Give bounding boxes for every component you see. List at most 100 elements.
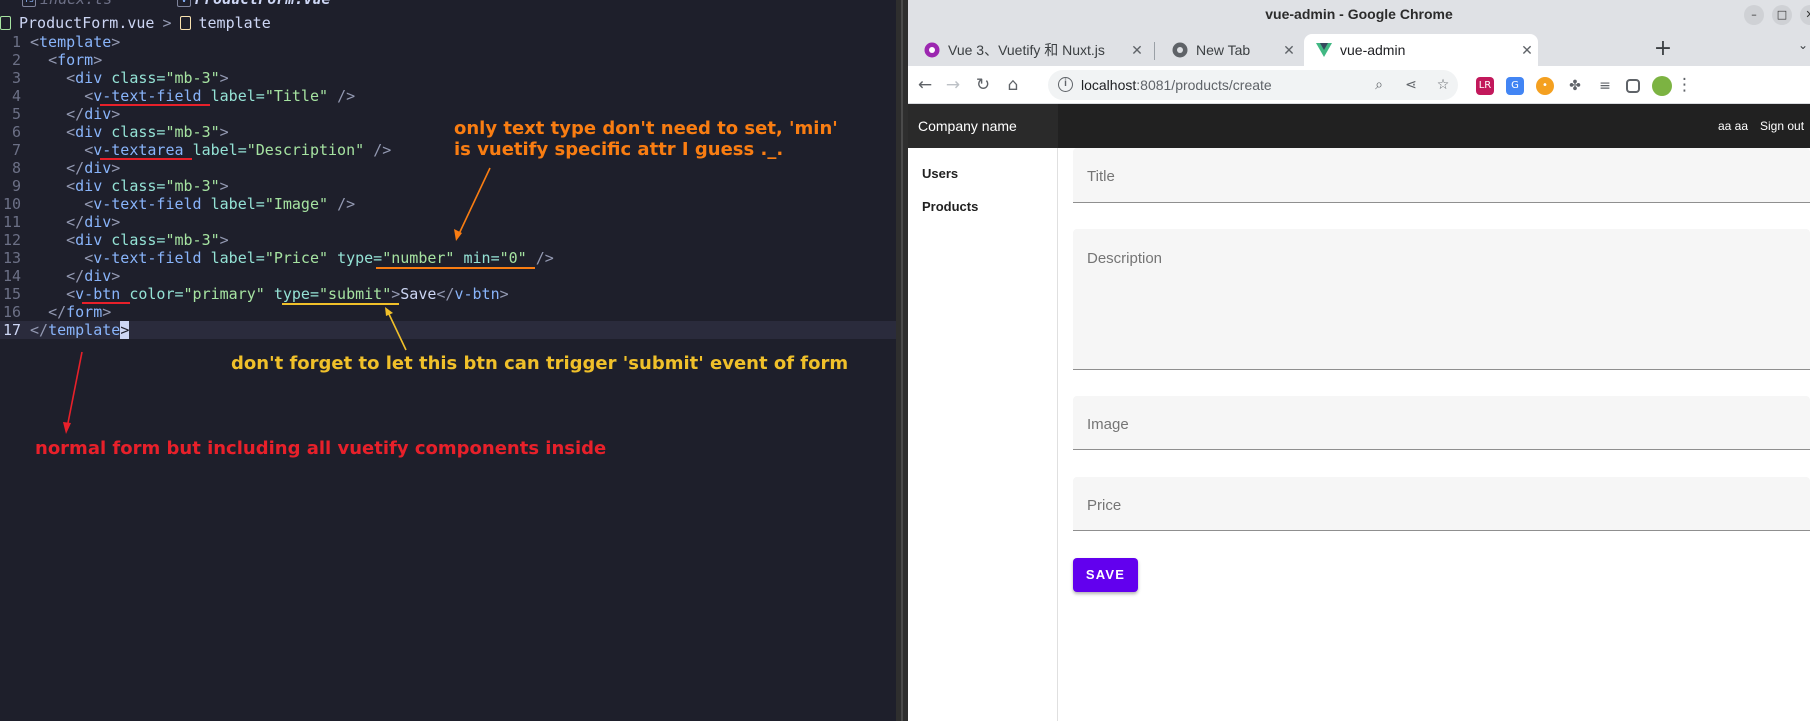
code-line: 4 <v-text-field label="Title" /> <box>0 87 896 105</box>
code-line: 2 <form> <box>0 51 896 69</box>
line-number: 10 <box>2 195 21 213</box>
new-tab-icon[interactable]: + <box>1649 36 1677 64</box>
breadcrumb: ProductForm.vue > template <box>0 13 271 33</box>
share-icon[interactable]: ⋖ <box>1400 74 1422 96</box>
url-text[interactable]: localhost:8081/products/create <box>1081 77 1272 93</box>
code-line-current: 17 </template> <box>0 321 896 339</box>
editor-tab-index[interactable]: TSindex.ts <box>22 0 112 8</box>
close-tab-icon[interactable]: ✕ <box>1126 42 1148 59</box>
price-field-label: Price <box>1087 497 1122 514</box>
line-number: 1 <box>11 33 21 51</box>
sign-out-link[interactable]: Sign out <box>1760 119 1804 133</box>
close-window-icon[interactable]: ✕ <box>1800 5 1810 25</box>
vuetify-favicon-icon <box>924 42 940 58</box>
line-number: 6 <box>11 123 21 141</box>
zoom-icon[interactable]: ⌕ <box>1368 74 1390 96</box>
reading-list-icon[interactable]: ≡ <box>1596 77 1614 95</box>
code-area[interactable]: 1 <template> 2 <form> 3 <div class="mb-3"… <box>0 33 896 339</box>
code-line: 11 </div> <box>0 213 896 231</box>
code-line: 3 <div class="mb-3"> <box>0 69 896 87</box>
reload-icon[interactable]: ↻ <box>970 72 996 98</box>
red-arrowhead <box>63 422 71 434</box>
code-line: 8 </div> <box>0 159 896 177</box>
line-number: 11 <box>2 213 21 231</box>
code-line: 13 <v-text-field label="Price" type="num… <box>0 249 896 267</box>
line-number: 15 <box>2 285 21 303</box>
brand-name[interactable]: Company name <box>908 104 1058 148</box>
line-number: 4 <box>11 87 21 105</box>
line-number: 7 <box>11 141 21 159</box>
close-tab-icon[interactable]: ✕ <box>1278 42 1300 59</box>
image-field[interactable]: Image <box>1073 396 1810 450</box>
line-number: 8 <box>11 159 21 177</box>
yellow-underline <box>282 303 399 305</box>
code-line: 15 <v-btn color="primary" type="submit">… <box>0 285 896 303</box>
minimize-icon[interactable]: – <box>1744 5 1764 25</box>
bookmark-star-icon[interactable]: ☆ <box>1432 74 1454 96</box>
text-cursor: > <box>120 321 130 339</box>
breadcrumb-separator: > <box>162 14 172 32</box>
title-field-label: Title <box>1087 168 1115 185</box>
translate-extension-icon[interactable]: G <box>1506 77 1524 95</box>
maximize-icon[interactable]: □ <box>1772 5 1792 25</box>
line-number: 3 <box>11 69 21 87</box>
back-icon[interactable]: ← <box>912 72 938 98</box>
tab-search-chevron-icon[interactable]: ⌄ <box>1798 38 1808 52</box>
annotation-red: normal form but including all vuetify co… <box>35 438 607 459</box>
cookie-extension-icon[interactable]: • <box>1536 77 1554 95</box>
web-page: Company name aa aa Sign out Users Produc… <box>908 104 1810 721</box>
close-tab-icon[interactable]: ✕ <box>1516 42 1538 59</box>
editor-tab-bar: TSindex.ts VProductForm.vue <box>0 0 896 8</box>
red-arrow <box>66 351 83 429</box>
forward-icon[interactable]: → <box>940 72 966 98</box>
red-underline <box>100 104 210 106</box>
chrome-menu-icon[interactable]: ⋮ <box>1676 72 1693 98</box>
code-line: 1 <template> <box>0 33 896 51</box>
editor-tab-productform[interactable]: VProductForm.vue <box>177 0 330 8</box>
window-title: vue-admin - Google Chrome <box>1265 6 1453 22</box>
line-number: 13 <box>2 249 21 267</box>
browser-toolbar: ← → ↻ ⌂ i localhost:8081/products/create… <box>908 66 1810 104</box>
code-line: 10 <v-text-field label="Image" /> <box>0 195 896 213</box>
sidebar-item-products[interactable]: Products <box>922 199 978 214</box>
template-node-icon <box>179 16 191 30</box>
chrome-window: vue-admin - Google Chrome – □ ✕ Vue 3、Vu… <box>908 0 1810 721</box>
title-field[interactable]: Title <box>1073 148 1810 203</box>
line-number: 5 <box>11 105 21 123</box>
window-titlebar[interactable]: vue-admin - Google Chrome – □ ✕ <box>908 0 1810 30</box>
tab-new-tab[interactable]: New Tab ✕ <box>1160 34 1300 66</box>
sidebar: Users Products <box>908 148 1058 721</box>
app-bar: Company name aa aa Sign out <box>908 104 1810 148</box>
red-underline <box>100 158 192 160</box>
tab-separator <box>1154 42 1155 60</box>
side-panel-icon[interactable] <box>1626 79 1640 93</box>
line-number: 9 <box>11 177 21 195</box>
extension-lr-icon[interactable]: LR <box>1476 77 1494 95</box>
code-line: 16 </form> <box>0 303 896 321</box>
vue-file-icon: V <box>177 0 191 7</box>
breadcrumb-file[interactable]: ProductForm.vue <box>19 14 154 32</box>
price-field[interactable]: Price <box>1073 477 1810 531</box>
profile-avatar[interactable] <box>1652 76 1672 96</box>
code-line: 12 <div class="mb-3"> <box>0 231 896 249</box>
tab-vue-admin[interactable]: vue-admin ✕ <box>1304 34 1538 66</box>
description-textarea[interactable]: Description <box>1073 229 1810 370</box>
code-line: 14 </div> <box>0 267 896 285</box>
tab-vuetify[interactable]: Vue 3、Vuetify 和 Nuxt.js ✕ <box>912 34 1148 66</box>
code-editor: TSindex.ts VProductForm.vue ProductForm.… <box>0 0 896 721</box>
image-field-label: Image <box>1087 416 1129 433</box>
extensions-puzzle-icon[interactable]: ✤ <box>1566 77 1584 95</box>
save-button[interactable]: SAVE <box>1073 558 1138 592</box>
line-number: 14 <box>2 267 21 285</box>
vue-favicon-icon <box>1316 43 1332 57</box>
annotation-orange: only text type don't need to set, 'min' … <box>454 118 838 160</box>
line-number: 2 <box>11 51 21 69</box>
address-bar[interactable]: i localhost:8081/products/create ⌕ ⋖ ☆ <box>1048 70 1458 100</box>
sidebar-item-users[interactable]: Users <box>922 166 958 181</box>
breadcrumb-node[interactable]: template <box>199 14 271 32</box>
annotation-yellow: don't forget to let this btn can trigger… <box>231 353 849 374</box>
site-info-icon[interactable]: i <box>1058 77 1073 92</box>
red-underline <box>82 302 130 304</box>
window-divider[interactable] <box>896 0 908 721</box>
home-icon[interactable]: ⌂ <box>1000 72 1026 98</box>
